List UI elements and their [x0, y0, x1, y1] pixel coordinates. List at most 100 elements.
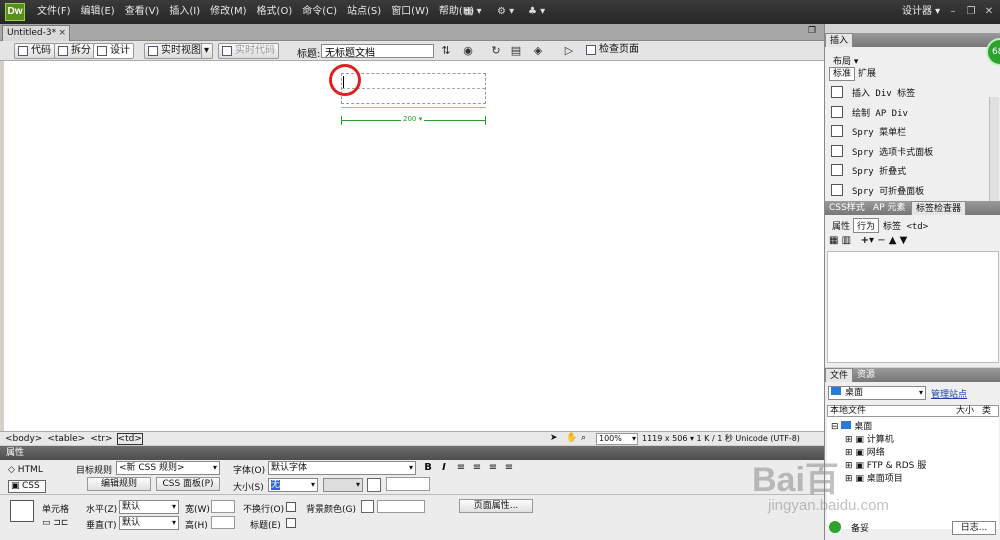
menu-view[interactable]: 查看(V) — [120, 0, 165, 24]
width-input[interactable] — [211, 500, 235, 513]
menu-site[interactable]: 站点(S) — [342, 0, 386, 24]
attributes-subtab[interactable]: 属性 — [829, 219, 853, 232]
validate-icon[interactable]: ▷ — [561, 44, 577, 58]
insert-tab[interactable]: 插入 — [825, 33, 854, 47]
css-styles-tab[interactable]: CSS样式 — [825, 201, 869, 215]
extend-dropdown-icon[interactable]: ⚙ ▾ — [497, 4, 514, 20]
justify-icon[interactable]: ≡ — [503, 462, 515, 473]
align-left-icon[interactable]: ≡ — [455, 462, 467, 473]
bg-color-swatch[interactable] — [361, 500, 374, 513]
tree-item-computer[interactable]: ⊞ ▣ 计算机 — [845, 432, 894, 445]
view-options-icon[interactable]: ▤ — [508, 44, 524, 58]
close-tab-icon[interactable]: × — [58, 26, 66, 41]
check-page-button[interactable]: 检查页面 — [583, 43, 642, 59]
size-unit-select[interactable]: ▾ — [323, 478, 363, 492]
visual-aids-icon[interactable]: ◈ — [530, 44, 546, 58]
text-color-input[interactable] — [386, 477, 430, 491]
document-tab[interactable]: Untitled-3* × — [2, 25, 70, 41]
page-properties-button[interactable]: 页面属性... — [459, 499, 533, 513]
split-view-button[interactable]: 拆分 — [54, 43, 95, 59]
standard-subtab[interactable]: 标准 — [829, 67, 856, 81]
size-select[interactable]: 无 ▾ — [268, 478, 318, 492]
col-local-files[interactable]: 本地文件 — [830, 406, 866, 416]
css-panel-button[interactable]: CSS 面板(P) — [156, 477, 220, 491]
font-select[interactable]: 默认字体 ▾ — [268, 461, 416, 475]
bg-color-input[interactable] — [377, 500, 425, 513]
live-view-button[interactable]: 实时视图 — [144, 43, 205, 59]
crumb-tr[interactable]: <tr> — [89, 433, 113, 445]
col-size[interactable]: 大小 — [956, 406, 974, 416]
horz-select[interactable]: 默认 ▾ — [119, 500, 179, 514]
text-color-swatch[interactable] — [367, 478, 381, 492]
window-size-info[interactable]: 1119 x 506 ▾ 1 K / 1 秒 Unicode (UTF-8) — [642, 433, 800, 445]
menu-format[interactable]: 格式(O) — [252, 0, 298, 24]
workspace-switcher[interactable]: 设计器 ▾ — [902, 0, 940, 24]
css-mode-button[interactable]: ▣ CSS — [8, 480, 46, 493]
vert-select[interactable]: 默认 ▾ — [119, 516, 179, 530]
edit-rule-button[interactable]: 编辑规则 — [87, 477, 151, 491]
select-tool-icon[interactable]: ➤ — [550, 432, 558, 444]
design-view-button[interactable]: 设计 — [93, 43, 134, 59]
crumb-table[interactable]: <table> — [46, 433, 86, 445]
code-view-button[interactable]: 代码 — [14, 43, 55, 59]
menu-insert[interactable]: 插入(I) — [164, 0, 205, 24]
crumb-body[interactable]: <body> — [4, 433, 43, 445]
preview-browser-icon[interactable]: ◉ — [460, 44, 476, 58]
menu-file[interactable]: 文件(F) — [32, 0, 76, 24]
files-tab[interactable]: 文件 — [825, 368, 854, 382]
zoom-select[interactable]: 100% ▾ — [596, 433, 638, 445]
assets-tab[interactable]: 资源 — [853, 368, 879, 382]
tree-item-desktop-items[interactable]: ⊞ ▣ 桌面项目 — [845, 471, 903, 484]
extended-subtab[interactable]: 扩展 — [855, 68, 879, 80]
table-width-indicator[interactable]: 200 ▾ — [341, 114, 486, 126]
spry-tabbed-panels-item[interactable]: Spry 选项卡式面板 — [831, 144, 933, 162]
tag-inspector-tab[interactable]: 标签检查器 — [911, 201, 967, 215]
menu-window[interactable]: 窗口(W) — [386, 0, 434, 24]
tree-item-network[interactable]: ⊞ ▣ 网络 — [845, 445, 885, 458]
align-center-icon[interactable]: ≡ — [471, 462, 483, 473]
site-select[interactable]: 桌面 ▾ — [828, 386, 926, 400]
ap-elements-tab[interactable]: AP 元素 — [869, 201, 909, 215]
close-window-icon[interactable]: ✕ — [982, 5, 996, 19]
refresh-icon[interactable]: ↻ — [488, 44, 504, 58]
properties-header[interactable]: 属性 — [0, 446, 824, 460]
insert-div-item[interactable]: 插入 Div 标签 — [831, 85, 915, 103]
col-type[interactable]: 类 — [982, 406, 991, 416]
menu-commands[interactable]: 命令(C) — [297, 0, 342, 24]
align-right-icon[interactable]: ≡ — [487, 462, 499, 473]
site-dropdown-icon[interactable]: ♣ ▾ — [528, 4, 545, 20]
crumb-td[interactable]: <td> — [116, 433, 143, 445]
italic-button[interactable]: I — [438, 462, 450, 473]
tree-item-desktop[interactable]: ⊟ 桌面 — [831, 419, 872, 432]
restore-doc-icon[interactable]: ❐ — [808, 26, 816, 36]
spry-accordion-item[interactable]: Spry 折叠式 — [831, 163, 906, 181]
menu-edit[interactable]: 编辑(E) — [76, 0, 120, 24]
header-checkbox[interactable] — [286, 518, 296, 528]
hand-tool-icon[interactable]: ✋ — [566, 432, 577, 444]
spry-collapsible-item[interactable]: Spry 可折叠面板 — [831, 183, 924, 201]
behavior-list[interactable] — [827, 251, 999, 363]
spry-menubar-item[interactable]: Spry 菜单栏 — [831, 124, 906, 142]
live-code-button[interactable]: 实时代码 — [218, 43, 279, 59]
draw-ap-div-item[interactable]: 绘制 AP Div — [831, 105, 908, 123]
html-mode-button[interactable]: ◇ HTML — [8, 465, 43, 475]
restore-icon[interactable]: ❐ — [964, 5, 978, 19]
minimize-icon[interactable]: – — [946, 5, 960, 19]
file-management-icon[interactable]: ⇅ — [438, 44, 454, 58]
merge-split-icon[interactable]: ▭ ⊐⊏ — [42, 518, 68, 528]
insert-category-select[interactable]: 布局 ▾ — [833, 54, 858, 67]
manage-sites-link[interactable]: 管理站点 — [931, 387, 967, 400]
nowrap-checkbox[interactable] — [286, 502, 296, 512]
layout-dropdown-icon[interactable]: ▦ ▾ — [464, 4, 482, 20]
menu-modify[interactable]: 修改(M) — [205, 0, 251, 24]
layout-table[interactable] — [341, 73, 486, 104]
behavior-toolbar-icons[interactable]: ▦ ▥ +▾ − ▲ ▼ — [829, 235, 907, 246]
height-input[interactable] — [211, 516, 235, 529]
target-rule-select[interactable]: <新 CSS 规则> ▾ — [116, 461, 220, 475]
bold-button[interactable]: B — [422, 462, 434, 473]
behaviors-subtab[interactable]: 行为 — [853, 218, 880, 233]
table-width-label[interactable]: 200 ▾ — [401, 115, 425, 123]
live-view-dropdown[interactable]: ▾ — [201, 43, 214, 59]
zoom-tool-icon[interactable]: ⌕ — [581, 432, 586, 444]
tree-item-ftp[interactable]: ⊞ ▣ FTP & RDS 服 — [845, 458, 926, 471]
